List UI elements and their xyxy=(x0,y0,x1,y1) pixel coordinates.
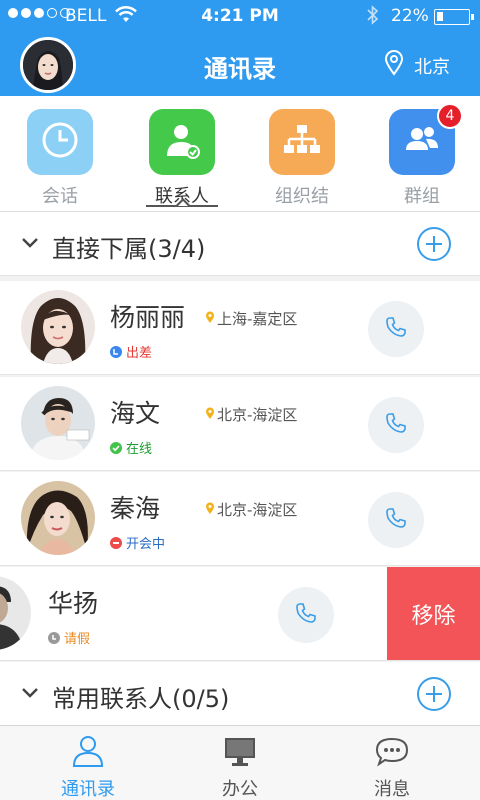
contact-name: 秦海 xyxy=(110,494,161,523)
call-button[interactable] xyxy=(368,492,424,548)
tab-icon-box xyxy=(149,109,215,175)
contact-name: 华扬 xyxy=(48,589,99,618)
remove-button[interactable]: 移除 xyxy=(387,567,480,660)
contact-icon xyxy=(162,120,202,164)
busy-minus-icon xyxy=(110,536,122,549)
avatar xyxy=(21,481,95,555)
tab-icon-box xyxy=(27,109,93,175)
tab-icon-box xyxy=(269,109,335,175)
battery-percent: 22% xyxy=(391,6,429,26)
tab-icon-box: 4 xyxy=(389,103,463,175)
clock-icon xyxy=(40,120,80,164)
call-button[interactable] xyxy=(368,397,424,453)
group-icon xyxy=(402,120,442,164)
location-pin-icon xyxy=(205,406,215,424)
add-contact-button[interactable] xyxy=(417,227,451,261)
section-header-direct-reports[interactable]: 直接下属(3/4) xyxy=(0,212,480,276)
monitor-icon xyxy=(223,738,257,772)
phone-icon xyxy=(384,315,408,343)
active-tab-indicator xyxy=(146,198,218,207)
contact-location: 北京-海淀区 xyxy=(205,404,297,425)
phone-icon xyxy=(384,411,408,439)
bottom-navigation: 通讯录 办公 消息 xyxy=(0,725,480,800)
status-label: 开会中 xyxy=(126,537,166,552)
tab-groups[interactable]: 4 群组 xyxy=(387,103,463,207)
contact-row[interactable]: 秦海 北京-海淀区 开会中 xyxy=(0,472,480,566)
bluetooth-icon xyxy=(367,5,379,29)
location-label: 北京 xyxy=(414,56,450,78)
contact-location-text: 北京-海淀区 xyxy=(217,501,298,519)
section-title: 常用联系人(0/5) xyxy=(52,685,230,713)
contact-location-text: 北京-海淀区 xyxy=(217,406,298,424)
location-pin-icon xyxy=(205,310,215,328)
avatar xyxy=(21,386,95,460)
nav-label: 通讯录 xyxy=(61,779,115,800)
phone-icon xyxy=(384,506,408,534)
chat-bubble-icon xyxy=(375,737,409,772)
location-pin-icon xyxy=(384,50,404,81)
tab-conversations[interactable]: 会话 xyxy=(25,109,95,207)
section-title: 直接下属(3/4) xyxy=(52,235,206,263)
contact-status: 出差 xyxy=(110,342,152,361)
location-selector[interactable]: 北京 xyxy=(384,50,450,81)
status-label: 出差 xyxy=(126,346,153,361)
nav-office[interactable]: 办公 xyxy=(200,734,280,800)
nav-label: 消息 xyxy=(374,779,410,800)
avatar xyxy=(21,290,95,364)
notification-badge: 4 xyxy=(437,103,463,129)
person-icon xyxy=(71,736,105,772)
leave-clock-icon xyxy=(48,631,60,644)
category-tabs: 会话 联系人 组织结构 4 群组 xyxy=(0,96,480,233)
contact-name: 杨丽丽 xyxy=(110,303,186,332)
status-label: 请假 xyxy=(64,632,91,647)
nav-contacts[interactable]: 通讯录 xyxy=(48,734,128,800)
chevron-down-icon xyxy=(20,232,40,256)
contact-status: 在线 xyxy=(110,438,152,457)
contact-location-text: 上海-嘉定区 xyxy=(217,310,298,328)
nav-messages[interactable]: 消息 xyxy=(352,734,432,800)
contact-row[interactable]: 海文 北京-海淀区 在线 xyxy=(0,377,480,471)
status-label: 在线 xyxy=(126,442,153,457)
phone-icon xyxy=(294,601,318,629)
call-button[interactable] xyxy=(368,301,424,357)
avatar xyxy=(0,576,31,650)
status-bar: BELL 4:21 PM 22% xyxy=(0,0,480,34)
contact-location: 上海-嘉定区 xyxy=(205,308,297,329)
nav-label: 办公 xyxy=(222,779,258,800)
online-check-icon xyxy=(110,441,122,454)
location-pin-icon xyxy=(205,501,215,519)
contact-row[interactable]: 华扬 请假 移除 xyxy=(0,567,480,661)
call-button[interactable] xyxy=(278,587,334,643)
business-trip-icon xyxy=(110,345,122,358)
contact-status: 开会中 xyxy=(110,533,165,552)
chevron-down-icon xyxy=(20,682,40,706)
section-header-frequent-contacts[interactable]: 常用联系人(0/5) xyxy=(0,662,480,726)
contact-status: 请假 xyxy=(48,628,90,647)
tab-org-structure[interactable]: 组织结构 xyxy=(267,109,337,233)
contact-location: 北京-海淀区 xyxy=(205,499,297,520)
add-contact-button[interactable] xyxy=(417,677,451,711)
org-chart-icon xyxy=(282,120,322,164)
contact-name: 海文 xyxy=(110,399,161,428)
tab-label: 会话 xyxy=(42,186,78,207)
contact-row[interactable]: 杨丽丽 上海-嘉定区 出差 xyxy=(0,281,480,375)
top-bar: BELL 4:21 PM 22% 通讯录 北京 xyxy=(0,0,480,96)
tab-label: 群组 xyxy=(404,186,440,207)
battery-icon xyxy=(434,9,474,25)
tab-contacts[interactable]: 联系人 xyxy=(147,109,217,207)
